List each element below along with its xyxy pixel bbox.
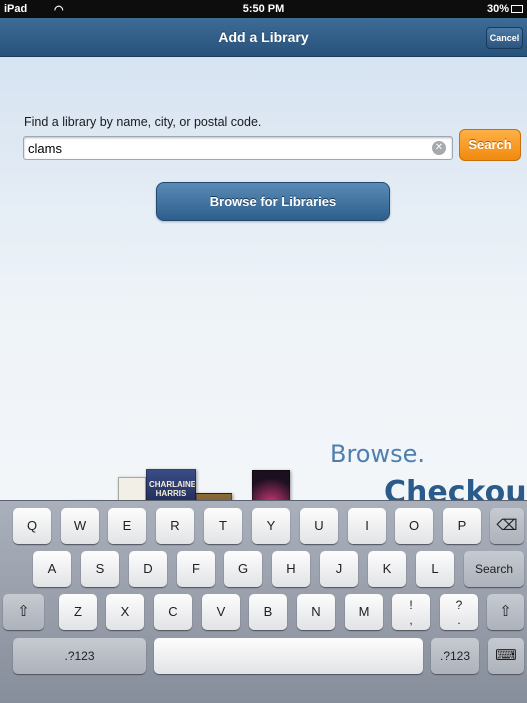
key-r[interactable]: R (156, 508, 194, 544)
search-key[interactable]: Search (464, 551, 524, 587)
backspace-icon[interactable]: ⌫ (490, 508, 524, 544)
key-z[interactable]: Z (59, 594, 97, 630)
promo-browse-text: Browse. (330, 440, 426, 468)
key-a[interactable]: A (33, 551, 71, 587)
key-top-char: ! (409, 598, 413, 612)
key-p[interactable]: P (443, 508, 481, 544)
shift-icon[interactable]: ⇧ (487, 594, 524, 630)
numbers-key-left[interactable]: .?123 (13, 638, 146, 674)
key-w[interactable]: W (61, 508, 99, 544)
key-u[interactable]: U (300, 508, 338, 544)
battery-icon (511, 5, 523, 13)
library-search-field[interactable]: ✕ (23, 136, 453, 160)
key-k[interactable]: K (368, 551, 406, 587)
key-f[interactable]: F (177, 551, 215, 587)
key-m[interactable]: M (345, 594, 383, 630)
key-q[interactable]: Q (13, 508, 51, 544)
key-bottom-char: , (409, 613, 413, 627)
key-v[interactable]: V (202, 594, 240, 630)
cancel-button[interactable]: Cancel (486, 27, 523, 49)
onscreen-keyboard: Q W E R T Y U I O P ⌫ A S D F G H J K L … (0, 500, 527, 703)
key-n[interactable]: N (297, 594, 335, 630)
keyboard-hide-icon[interactable]: ⌨ (488, 638, 524, 674)
status-bar: iPad ◠ 5:50 PM 30% (0, 0, 527, 18)
page-title: Add a Library (218, 29, 309, 45)
status-time: 5:50 PM (242, 3, 285, 15)
main-content: Find a library by name, city, or postal … (0, 57, 527, 548)
key-e[interactable]: E (108, 508, 146, 544)
browse-libraries-button[interactable]: Browse for Libraries (156, 182, 390, 221)
space-bar[interactable] (154, 638, 423, 674)
key-b[interactable]: B (249, 594, 287, 630)
key-g[interactable]: G (224, 551, 262, 587)
numbers-key-right[interactable]: .?123 (431, 638, 479, 674)
key-o[interactable]: O (395, 508, 433, 544)
key-x[interactable]: X (106, 594, 144, 630)
key-l[interactable]: L (416, 551, 454, 587)
key-h[interactable]: H (272, 551, 310, 587)
key-question-period[interactable]: ? . (440, 594, 478, 630)
library-search-input[interactable] (28, 139, 423, 157)
key-c[interactable]: C (154, 594, 192, 630)
search-prompt: Find a library by name, city, or postal … (24, 115, 262, 129)
key-y[interactable]: Y (252, 508, 290, 544)
clear-icon[interactable]: ✕ (432, 141, 446, 155)
key-d[interactable]: D (129, 551, 167, 587)
key-t[interactable]: T (204, 508, 242, 544)
key-j[interactable]: J (320, 551, 358, 587)
shift-icon[interactable]: ⇧ (3, 594, 44, 630)
battery-level: 30% (486, 3, 509, 15)
key-bottom-char: . (457, 613, 461, 627)
key-exclaim-comma[interactable]: ! , (392, 594, 430, 630)
search-button[interactable]: Search (459, 129, 521, 161)
key-i[interactable]: I (348, 508, 386, 544)
key-s[interactable]: S (81, 551, 119, 587)
nav-bar: Add a Library Cancel (0, 18, 527, 57)
book-title: CHARLAINE HARRIS (149, 480, 196, 498)
key-top-char: ? (455, 598, 463, 612)
